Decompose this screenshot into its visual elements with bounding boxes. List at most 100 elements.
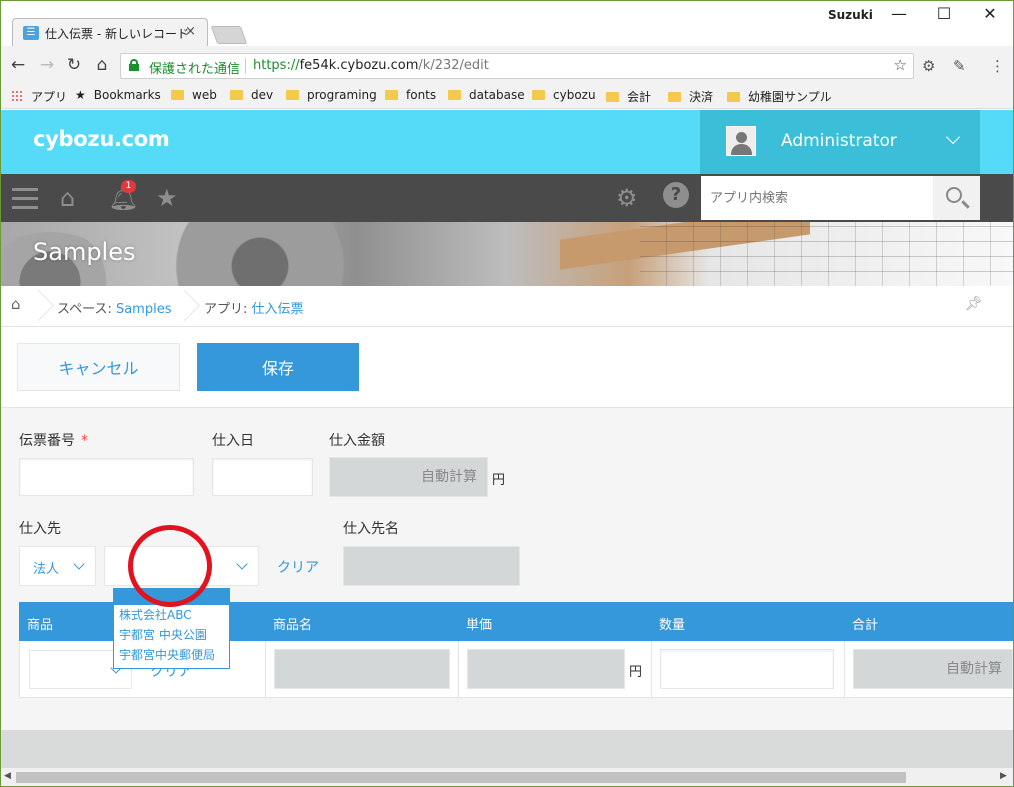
folder-icon bbox=[532, 90, 545, 100]
purchase-date-label: 仕入日 bbox=[212, 433, 254, 449]
secure-label: 保護された通信 bbox=[149, 62, 241, 77]
chevron-down-icon bbox=[236, 558, 248, 570]
amount-unit: 円 bbox=[492, 473, 506, 488]
search-icon bbox=[946, 187, 962, 203]
help-icon[interactable]: ? bbox=[663, 182, 689, 208]
supplier-name-field bbox=[343, 546, 520, 586]
scrollbar-thumb[interactable] bbox=[16, 772, 906, 783]
browser-tab[interactable]: ☰ 仕入伝票 - 新しいレコード × bbox=[12, 18, 208, 46]
amount-label: 仕入金額 bbox=[329, 433, 385, 449]
folder-icon bbox=[385, 90, 398, 100]
bookmark-dev[interactable]: dev bbox=[230, 88, 273, 102]
search-button[interactable] bbox=[933, 176, 980, 220]
bookmark-star-icon[interactable]: ☆ bbox=[894, 56, 907, 74]
horizontal-scrollbar[interactable]: ◀ ▶ bbox=[0, 768, 1014, 787]
breadcrumb-space[interactable]: スペース: Samples bbox=[57, 298, 171, 317]
bookmark-apps[interactable]: アプリ bbox=[11, 88, 67, 105]
new-tab-button[interactable] bbox=[210, 26, 248, 44]
apps-grid-icon bbox=[11, 90, 23, 102]
minimize-icon[interactable]: — bbox=[884, 4, 914, 24]
hamburger-menu-icon[interactable] bbox=[12, 188, 38, 210]
folder-icon bbox=[668, 92, 681, 102]
product-name-field bbox=[274, 649, 450, 689]
bookmark-bookmarks[interactable]: ★ Bookmarks bbox=[75, 88, 161, 102]
supplier-type-select[interactable]: 法人 bbox=[19, 546, 96, 586]
close-icon[interactable]: × bbox=[185, 24, 196, 39]
bookmark-web[interactable]: web bbox=[171, 88, 217, 102]
header-unit-price: 単価 bbox=[466, 618, 493, 633]
star-icon: ★ bbox=[75, 88, 86, 102]
header-product-name: 商品名 bbox=[273, 618, 313, 633]
dropdown-option-park[interactable]: 宇都宮 中央公園 bbox=[114, 625, 229, 645]
forward-icon[interactable]: → bbox=[37, 55, 57, 75]
quantity-input[interactable] bbox=[660, 649, 834, 689]
folder-icon bbox=[727, 92, 740, 102]
tab-title: 仕入伝票 - 新しいレコード bbox=[45, 27, 189, 41]
unit-price-field bbox=[467, 649, 625, 689]
folder-icon bbox=[171, 90, 184, 100]
url-text[interactable]: https://fe54k.cybozu.com/k/232/edit bbox=[253, 58, 489, 73]
header-total: 合計 bbox=[852, 618, 879, 633]
unit-price-unit: 円 bbox=[629, 665, 643, 680]
profile-name[interactable]: Suzuki bbox=[828, 8, 873, 22]
portal-home-icon[interactable]: ⌂ bbox=[60, 184, 75, 212]
url-bar[interactable]: 保護された通信 https://fe54k.cybozu.com/k/232/e… bbox=[120, 53, 914, 79]
cybozu-logo[interactable]: cybozu.com bbox=[33, 127, 170, 151]
space-title[interactable]: Samples bbox=[33, 238, 136, 266]
extension-gear-icon[interactable]: ⚙ bbox=[922, 57, 935, 75]
supplier-clear-link[interactable]: クリア bbox=[277, 557, 319, 577]
settings-gear-icon[interactable]: ⚙ bbox=[616, 184, 638, 212]
browser-titlebar: ☰ 仕入伝票 - 新しいレコード × Suzuki — ☐ ✕ bbox=[0, 0, 1014, 46]
total-field: 自動計算 bbox=[853, 649, 1013, 689]
supplier-name-label: 仕入先名 bbox=[343, 521, 399, 537]
save-button[interactable]: 保存 bbox=[197, 343, 359, 391]
folder-icon bbox=[286, 90, 299, 100]
bookmark-kindergarten[interactable]: 幼稚園サンプル bbox=[727, 88, 832, 105]
folder-icon bbox=[448, 90, 461, 100]
chevron-down-icon bbox=[945, 129, 961, 145]
folder-icon bbox=[230, 90, 243, 100]
notification-badge: 1 bbox=[121, 180, 136, 193]
purchase-date-input[interactable] bbox=[212, 458, 313, 496]
amount-field: 自動計算 bbox=[329, 457, 488, 497]
back-icon[interactable]: ← bbox=[8, 55, 28, 75]
bookmark-database[interactable]: database bbox=[448, 88, 525, 102]
bookmark-cybozu[interactable]: cybozu bbox=[532, 88, 596, 102]
maximize-icon[interactable]: ☐ bbox=[929, 4, 959, 24]
annotation-circle bbox=[128, 525, 212, 607]
slip-number-label: 伝票番号 * bbox=[19, 433, 88, 449]
extension-icon[interactable]: ✎ bbox=[953, 57, 966, 75]
scroll-left-icon[interactable]: ◀ bbox=[4, 771, 11, 781]
space-banner: Samples bbox=[0, 222, 1014, 286]
header-quantity: 数量 bbox=[659, 618, 686, 633]
reload-icon[interactable]: ↻ bbox=[64, 55, 84, 75]
bookmark-accounting[interactable]: 会計 bbox=[606, 88, 651, 105]
menu-icon[interactable]: ⋮ bbox=[990, 57, 1005, 75]
favorites-star-icon[interactable]: ★ bbox=[156, 184, 178, 212]
app-search-input[interactable] bbox=[701, 176, 933, 220]
user-name: Administrator bbox=[781, 131, 897, 151]
user-menu[interactable]: Administrator bbox=[700, 110, 980, 174]
cancel-button[interactable]: キャンセル bbox=[17, 343, 180, 391]
lock-icon bbox=[129, 59, 139, 71]
bookmark-programing[interactable]: programing bbox=[286, 88, 377, 102]
breadcrumb: ⌂ スペース: Samples アプリ: 仕入伝票 bbox=[0, 286, 1014, 327]
form-footer bbox=[0, 730, 1014, 768]
dropdown-option-abc[interactable]: 株式会社ABC bbox=[114, 605, 229, 625]
scroll-right-icon[interactable]: ▶ bbox=[1000, 771, 1007, 781]
folder-icon bbox=[606, 92, 619, 102]
app-icon: ☰ bbox=[23, 26, 39, 40]
chevron-down-icon bbox=[73, 558, 85, 570]
bookmark-fonts[interactable]: fonts bbox=[385, 88, 436, 102]
pin-icon[interactable]: 📌︎ bbox=[965, 296, 983, 312]
home-icon[interactable]: ⌂ bbox=[92, 55, 112, 75]
breadcrumb-app[interactable]: アプリ: 仕入伝票 bbox=[204, 298, 304, 317]
dropdown-option-post-office[interactable]: 宇都宮中央郵便局 bbox=[114, 645, 229, 665]
window-close-icon[interactable]: ✕ bbox=[975, 4, 1005, 24]
header-product: 商品 bbox=[27, 618, 54, 633]
bookmarks-bar: アプリ ★ Bookmarks web dev programing fonts … bbox=[0, 84, 1014, 109]
supplier-label: 仕入先 bbox=[19, 521, 61, 537]
slip-number-input[interactable] bbox=[19, 458, 194, 496]
avatar bbox=[726, 126, 756, 156]
bookmark-payment[interactable]: 決済 bbox=[668, 88, 713, 105]
